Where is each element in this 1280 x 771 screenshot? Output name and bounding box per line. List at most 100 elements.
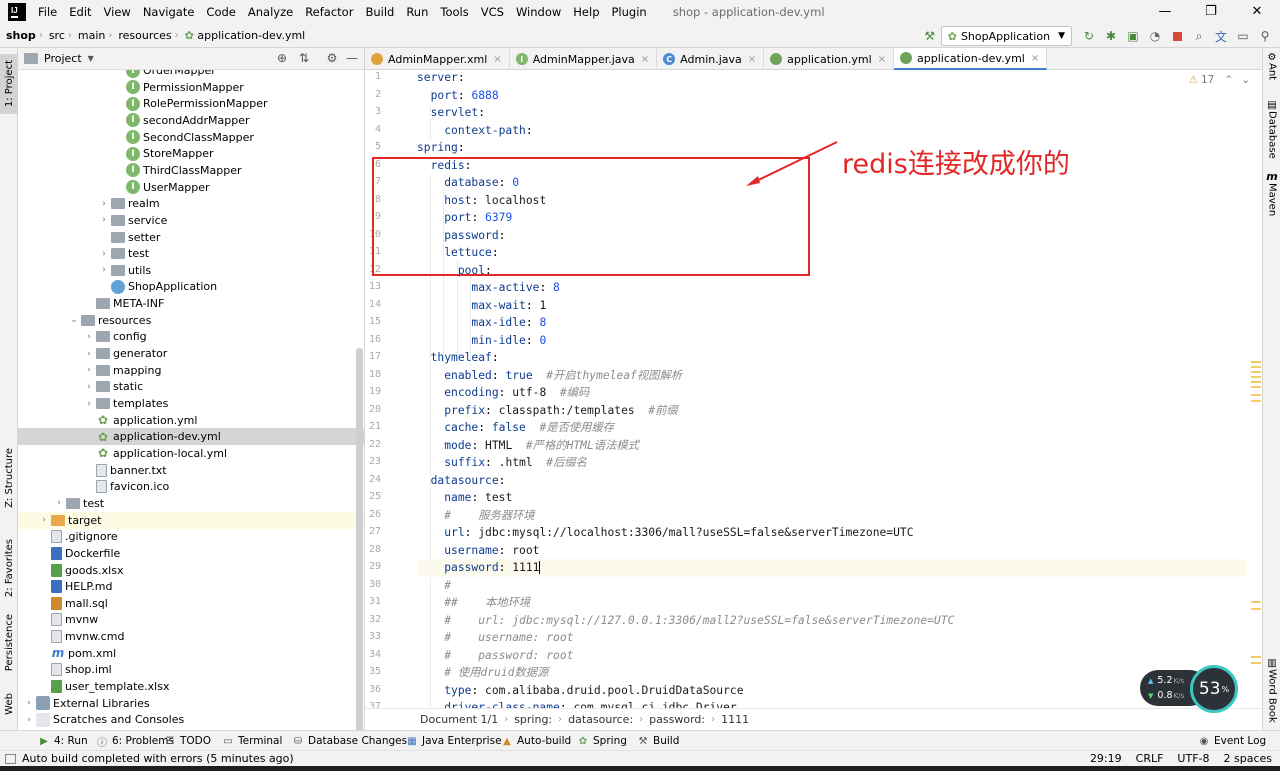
- close-tab-icon[interactable]: ×: [748, 54, 756, 65]
- close-tab-icon[interactable]: ×: [641, 54, 649, 65]
- error-stripe[interactable]: [1251, 96, 1262, 706]
- chevron-right-icon[interactable]: ›: [83, 349, 95, 359]
- code-line[interactable]: max-active: 8: [417, 279, 1247, 297]
- ant-tool-tab[interactable]: ⚙ Ant: [1263, 52, 1280, 80]
- chevron-right-icon[interactable]: ›: [83, 382, 95, 392]
- chevron-right-icon[interactable]: ›: [23, 715, 35, 725]
- code-line[interactable]: min-idle: 0: [417, 332, 1247, 350]
- tree-item[interactable]: META-INF: [18, 295, 364, 312]
- todo-tab[interactable]: ☰ TODO: [164, 731, 212, 751]
- tree-item[interactable]: › realm: [18, 195, 364, 212]
- tree-item[interactable]: IsecondAddrMapper: [18, 112, 364, 129]
- breadcrumb-spring[interactable]: spring:: [514, 713, 552, 726]
- chevron-right-icon[interactable]: ›: [98, 215, 110, 225]
- tree-item[interactable]: banner.txt: [18, 462, 364, 479]
- chevron-right-icon[interactable]: ›: [53, 498, 65, 508]
- code-line[interactable]: password: 1111: [417, 559, 1247, 577]
- tree-item[interactable]: ✿ application-dev.yml: [18, 428, 364, 446]
- tree-item[interactable]: ✿ application.yml: [18, 412, 364, 429]
- code-line[interactable]: suffix: .html #后缀名: [417, 454, 1247, 472]
- chevron-right-icon[interactable]: ›: [98, 265, 110, 275]
- editor-tab[interactable]: AdminMapper.xml ×: [365, 48, 510, 70]
- code-line[interactable]: max-wait: 1: [417, 297, 1247, 315]
- menu-analyze[interactable]: Analyze: [242, 0, 299, 24]
- code-line[interactable]: url: jdbc:mysql://localhost:3306/mall?us…: [417, 524, 1247, 542]
- code-line[interactable]: type: com.alibaba.druid.pool.DruidDataSo…: [417, 682, 1247, 700]
- tree-item[interactable]: › test: [18, 495, 364, 512]
- code-line[interactable]: ## 本地环境: [417, 594, 1247, 612]
- tree-item[interactable]: › External Libraries: [18, 695, 364, 712]
- tree-item[interactable]: HELP.md: [18, 578, 364, 595]
- breadcrumb-document[interactable]: Document 1/1: [420, 713, 498, 726]
- menu-tools[interactable]: Tools: [434, 0, 474, 24]
- caret-position[interactable]: 29:19: [1090, 752, 1122, 765]
- tree-item[interactable]: I ThirdClassMapper: [18, 162, 364, 179]
- menu-build[interactable]: Build: [359, 0, 400, 24]
- menu-file[interactable]: File: [32, 0, 63, 24]
- tree-item[interactable]: shop.iml: [18, 661, 364, 678]
- word-book-tool-tab[interactable]: ▥ Word Book: [1263, 658, 1280, 723]
- tree-item[interactable]: › target: [18, 511, 364, 529]
- chevron-right-icon[interactable]: ›: [83, 399, 95, 409]
- close-window-button[interactable]: ✕: [1234, 0, 1280, 24]
- event-log-tab[interactable]: ◉ Event Log: [1198, 731, 1267, 751]
- tree-item[interactable]: user_template.xlsx: [18, 678, 364, 695]
- status-message[interactable]: Auto build completed with errors (5 minu…: [22, 752, 294, 765]
- tree-item[interactable]: › config: [18, 328, 364, 345]
- code-line[interactable]: datasource:: [417, 472, 1247, 490]
- hammer-build-icon[interactable]: ⚒: [919, 26, 941, 46]
- tree-item[interactable]: mvnw: [18, 611, 364, 628]
- breadcrumb-password[interactable]: password:: [649, 713, 705, 726]
- breadcrumb-resources[interactable]: resources: [112, 29, 174, 42]
- code-line[interactable]: # url: jdbc:mysql://127.0.0.1:3306/mall2…: [417, 612, 1247, 630]
- run-config-select[interactable]: ✿ ShopApplication ▼: [940, 26, 1072, 46]
- editor-tab[interactable]: C Admin.java ×: [657, 48, 765, 70]
- tree-item[interactable]: Dockerfile: [18, 545, 364, 562]
- menu-window[interactable]: Window: [510, 0, 567, 24]
- tree-item[interactable]: I StoreMapper: [18, 145, 364, 162]
- code-line[interactable]: # username: root: [417, 629, 1247, 647]
- spring-tab[interactable]: ✿ Spring: [577, 731, 627, 751]
- status-panel-icon[interactable]: [5, 754, 16, 764]
- tree-item[interactable]: › templates: [18, 395, 364, 412]
- editor-tab[interactable]: application.yml ×: [764, 48, 895, 70]
- breadcrumb-src[interactable]: src: [43, 29, 68, 42]
- code-line[interactable]: # 服务器环境: [417, 507, 1247, 525]
- chevron-up-icon[interactable]: ⌃: [1224, 74, 1233, 86]
- project-tool-tab[interactable]: 1: Project: [0, 54, 18, 114]
- tree-item[interactable]: m pom.xml: [18, 645, 364, 662]
- search-icon[interactable]: ⌕: [1188, 26, 1210, 46]
- tree-item[interactable]: setter: [18, 229, 364, 246]
- restore-button[interactable]: ❐: [1188, 0, 1234, 24]
- profile-icon[interactable]: ◔: [1144, 26, 1166, 46]
- code-line[interactable]: context-path:: [417, 122, 1247, 140]
- menu-vcs[interactable]: VCS: [475, 0, 510, 24]
- tree-item[interactable]: › generator: [18, 345, 364, 362]
- code-line[interactable]: mode: HTML #严格的HTML语法模式: [417, 437, 1247, 455]
- file-encoding[interactable]: UTF-8: [1177, 752, 1209, 765]
- web-tool-tab[interactable]: Web: [0, 684, 18, 724]
- code-line[interactable]: port: 6888: [417, 87, 1247, 105]
- problems-tab[interactable]: ⓘ 6: Problems: [96, 731, 174, 751]
- code-line[interactable]: cache: false #是否使用缓存: [417, 419, 1247, 437]
- tree-item[interactable]: › test: [18, 245, 364, 262]
- debug-icon[interactable]: ✱: [1100, 26, 1122, 46]
- rerun-icon[interactable]: ↻: [1078, 26, 1100, 46]
- chevron-down-icon[interactable]: ▼: [88, 54, 94, 63]
- code-line[interactable]: servlet:: [417, 104, 1247, 122]
- tree-item[interactable]: mall.sql: [18, 595, 364, 612]
- menu-code[interactable]: Code: [200, 0, 241, 24]
- code-line[interactable]: prefix: classpath:/templates #前缀: [417, 402, 1247, 420]
- build-tab[interactable]: ⚒ Build: [637, 731, 680, 751]
- java-enterprise-tab[interactable]: ▦ Java Enterprise: [406, 731, 501, 751]
- editor-tab[interactable]: I AdminMapper.java ×: [510, 48, 658, 70]
- code-line[interactable]: thymeleaf:: [417, 349, 1247, 367]
- inspection-indicator[interactable]: ⚠ 17 ⌃ ⌄: [1189, 74, 1250, 86]
- layout-icon[interactable]: ▭: [1232, 26, 1254, 46]
- breadcrumb-file[interactable]: ✿ application-dev.yml: [179, 29, 309, 42]
- tree-item[interactable]: ShopApplication: [18, 278, 364, 295]
- code-line[interactable]: # password: root: [417, 647, 1247, 665]
- tree-item[interactable]: › service: [18, 212, 364, 229]
- indent-setting[interactable]: 2 spaces: [1224, 752, 1273, 765]
- auto-build-tab[interactable]: ▲ Auto-build: [501, 731, 571, 751]
